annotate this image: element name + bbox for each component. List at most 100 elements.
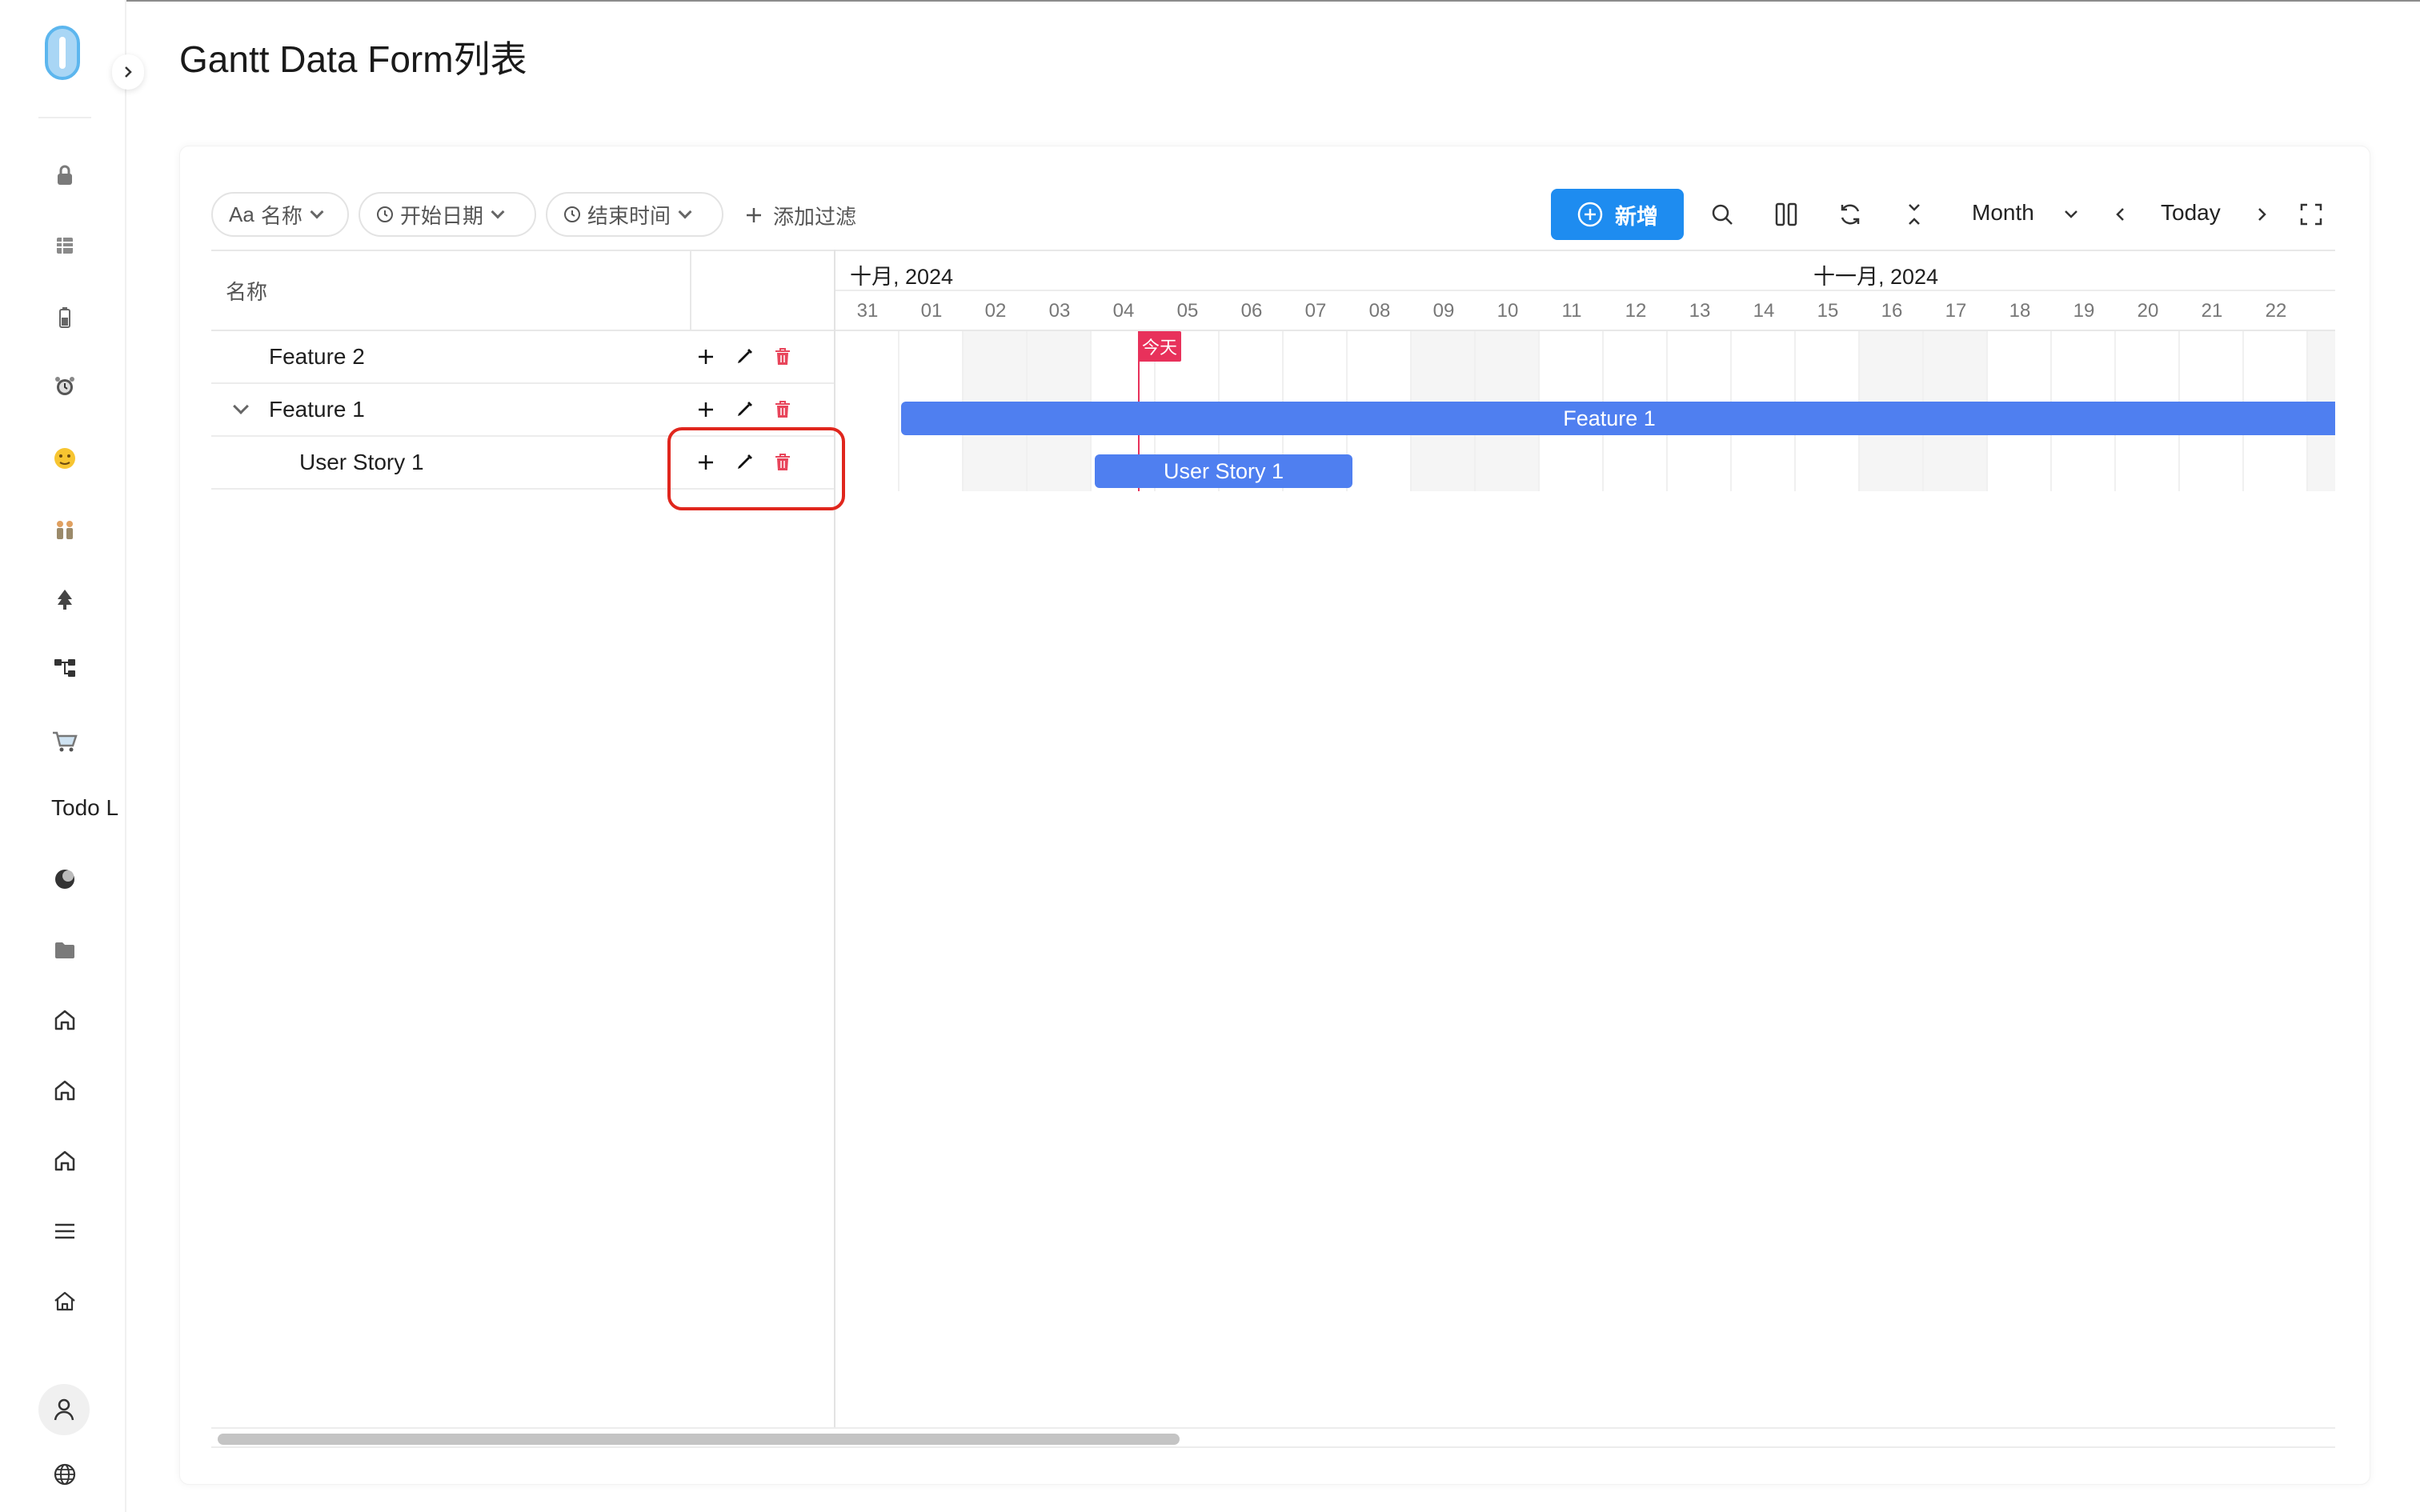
view-mode-select[interactable]: Month: [1972, 200, 2034, 226]
sidebar-divider: [38, 117, 91, 118]
clock-icon: [564, 206, 580, 222]
clock-icon: [377, 206, 393, 222]
add-subtask-button[interactable]: [691, 342, 720, 371]
chevron-down-icon[interactable]: [233, 398, 249, 414]
hierarchy-icon[interactable]: [45, 648, 85, 688]
chevron-left-icon[interactable]: [2101, 195, 2140, 234]
task-label[interactable]: Feature 1: [269, 397, 365, 422]
day-label: 19: [2073, 300, 2095, 322]
sidebar-item-todo[interactable]: Todo L: [51, 795, 126, 821]
user-icon[interactable]: [38, 1384, 90, 1435]
add-new-button[interactable]: 新增: [1551, 189, 1684, 240]
bar-label: User Story 1: [1163, 458, 1284, 483]
app-logo[interactable]: [45, 26, 80, 80]
chevron-right-icon[interactable]: [2242, 195, 2281, 234]
day-label: 31: [856, 300, 879, 322]
task-label[interactable]: Feature 2: [269, 344, 365, 370]
fullscreen-icon[interactable]: [2292, 195, 2330, 234]
scrollbar-thumb[interactable]: [218, 1434, 1180, 1445]
add-new-label: 新增: [1615, 204, 1658, 229]
filter-start-date-chip[interactable]: 开始日期: [359, 192, 536, 237]
task-bar-feature-1[interactable]: Feature 1: [901, 402, 2335, 435]
chevron-down-icon: [310, 205, 324, 219]
globe-icon[interactable]: [45, 1454, 85, 1494]
month-header: 十月, 2024 十一月, 2024: [835, 251, 2335, 291]
alarm-clock-icon[interactable]: [45, 366, 85, 406]
delete-button[interactable]: [768, 395, 797, 424]
add-filter-button[interactable]: 添加过滤: [744, 197, 856, 234]
edit-button[interactable]: [730, 395, 759, 424]
menu-icon[interactable]: [45, 1211, 85, 1251]
collapse-icon[interactable]: [1895, 195, 1933, 234]
home-icon[interactable]: [45, 1141, 85, 1181]
day-label: 02: [984, 300, 1007, 322]
moon-icon[interactable]: [45, 859, 85, 899]
day-label: 12: [1625, 300, 1647, 322]
plus-circle-icon: [1577, 202, 1603, 227]
chevron-down-icon[interactable]: [2052, 195, 2090, 234]
text-type-icon: Aa: [229, 202, 254, 226]
refresh-icon[interactable]: [1831, 195, 1869, 234]
task-label[interactable]: User Story 1: [299, 450, 424, 475]
day-label: 20: [2137, 300, 2159, 322]
day-label: 09: [1432, 300, 1455, 322]
pencil-icon: [738, 349, 752, 363]
people-icon[interactable]: [45, 510, 85, 550]
day-label: 18: [2009, 300, 2031, 322]
filter-label: 名称: [260, 203, 302, 228]
tree-icon[interactable]: [45, 579, 85, 619]
search-icon[interactable]: [1703, 195, 1741, 234]
sidebar: Todo L: [0, 0, 126, 1512]
shopping-cart-icon[interactable]: [45, 722, 85, 762]
edit-button[interactable]: [730, 342, 759, 371]
gantt-chart: 名称 Feature 2 Feature 1 User Story 1 十月, …: [211, 250, 2335, 1427]
month-label: 十一月, 2024: [1813, 265, 1939, 289]
task-bar-user-story-1[interactable]: User Story 1: [1095, 454, 1352, 488]
house-icon[interactable]: [45, 1282, 85, 1322]
day-label: 08: [1368, 300, 1391, 322]
day-header: 31 01 02 03 04 05 06 07 08 09 10 11 12 13 14 15 16 17 18 19…: [835, 291, 2335, 331]
plus-icon: [747, 208, 761, 222]
chevron-down-icon: [491, 205, 505, 219]
day-label: 17: [1945, 300, 1967, 322]
sidebar-expand-button[interactable]: [112, 54, 144, 90]
filter-label: 结束时间: [587, 203, 671, 228]
day-label: 2: [2308, 291, 2335, 331]
actions-highlight-box: [667, 427, 845, 510]
day-label: 11: [1561, 300, 1582, 322]
day-label: 10: [1496, 300, 1519, 322]
window-top-border: [0, 0, 2420, 2]
battery-icon[interactable]: [45, 298, 85, 338]
filter-name-chip[interactable]: Aa 名称: [211, 192, 349, 237]
face-emoji-icon[interactable]: [45, 438, 85, 478]
delete-button[interactable]: [768, 342, 797, 371]
columns-icon[interactable]: [1767, 195, 1805, 234]
filter-end-time-chip[interactable]: 结束时间: [546, 192, 723, 237]
day-label: 15: [1817, 300, 1839, 322]
gantt-timeline: 十月, 2024 十一月, 2024 31 01 02 03 04 05 06 07 08 09 1…: [835, 250, 2335, 1427]
trash-icon: [775, 348, 790, 365]
day-column: [835, 331, 899, 491]
name-column-header[interactable]: 名称: [211, 251, 691, 331]
today-button[interactable]: Today: [2161, 200, 2221, 226]
day-label: 14: [1753, 300, 1775, 322]
add-filter-label: 添加过滤: [773, 204, 857, 229]
today-marker: 今天: [1138, 331, 1181, 362]
folder-icon[interactable]: [45, 930, 85, 970]
add-subtask-button[interactable]: [691, 395, 720, 424]
day-label: 01: [920, 300, 943, 322]
task-row-feature-2[interactable]: Feature 2: [211, 331, 834, 384]
plus-icon: [699, 402, 713, 417]
actions-column-header: [691, 251, 834, 331]
filter-label: 开始日期: [400, 203, 484, 228]
bar-label: Feature 1: [1563, 406, 1656, 430]
day-label: 13: [1689, 300, 1711, 322]
chevron-down-icon: [678, 205, 692, 219]
horizontal-scrollbar[interactable]: [211, 1427, 2335, 1448]
chevron-right-icon: [125, 66, 132, 78]
pencil-icon: [738, 402, 752, 416]
table-icon[interactable]: [45, 226, 85, 266]
home-icon[interactable]: [45, 1070, 85, 1110]
lock-icon[interactable]: [45, 155, 85, 195]
home-icon[interactable]: [45, 1000, 85, 1040]
